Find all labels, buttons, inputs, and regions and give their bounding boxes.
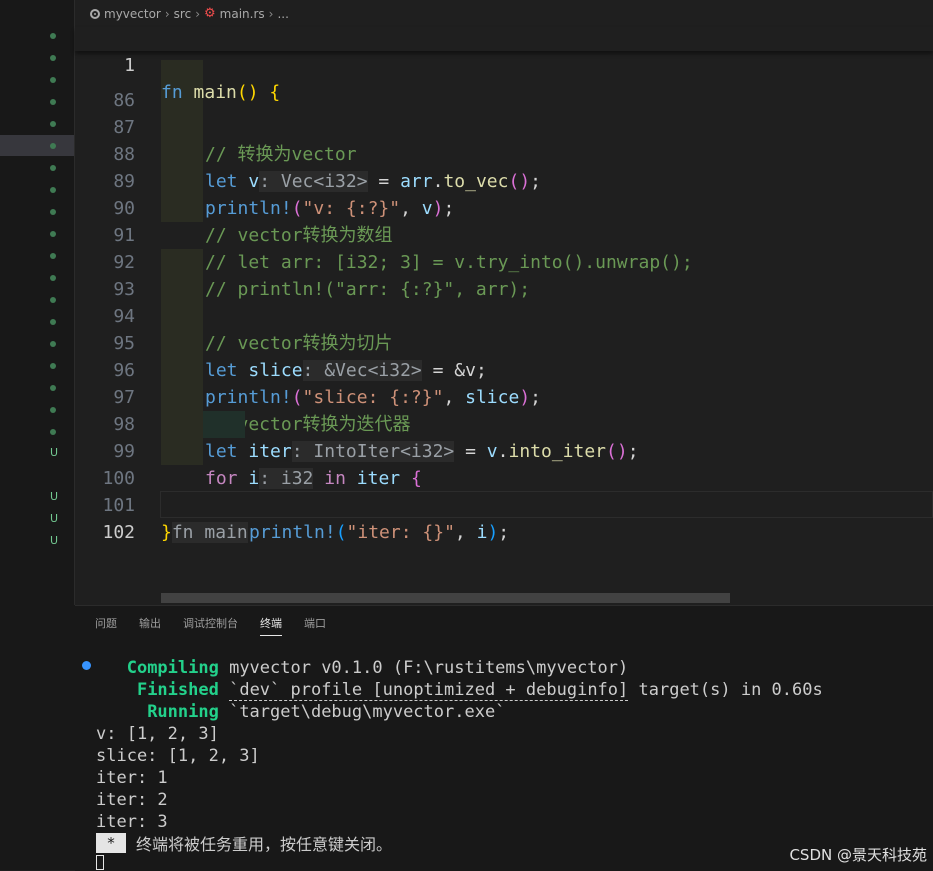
indent-guide bbox=[161, 411, 203, 438]
terminal-output-line: iter: 2 bbox=[96, 790, 168, 810]
code-line[interactable]: 97 let iter: IntoIter<i32> = v.into_iter… bbox=[75, 357, 933, 462]
indent-guide bbox=[161, 114, 203, 141]
indent-guide bbox=[161, 357, 203, 384]
terminal-line: Finished `dev` profile [unoptimized + de… bbox=[136, 680, 823, 701]
code-line-current[interactable]: 102 bbox=[75, 492, 933, 543]
git-change-dot bbox=[50, 253, 56, 259]
code-text: }fn main bbox=[161, 522, 248, 543]
terminal-link[interactable]: `dev` profile [unoptimized + debuginfo] bbox=[229, 680, 629, 701]
code-line[interactable]: 100 } bbox=[75, 438, 933, 543]
indent-guide bbox=[161, 384, 203, 411]
git-change-dot bbox=[50, 55, 56, 61]
git-change-dot bbox=[50, 33, 56, 39]
line-number: 102 bbox=[102, 522, 135, 543]
breadcrumb-item-folder[interactable]: src bbox=[174, 7, 192, 21]
indent-guide bbox=[161, 195, 203, 222]
indent-guide bbox=[161, 330, 203, 357]
git-change-dot bbox=[50, 429, 56, 435]
code-line[interactable]: 91 // println!("arr: {:?}", arr); bbox=[75, 195, 933, 300]
git-change-dot bbox=[50, 385, 56, 391]
code-line[interactable]: 98 for i: i32 in iter { bbox=[75, 384, 933, 489]
indent-guide bbox=[203, 411, 245, 438]
git-untracked-marker: U bbox=[49, 446, 59, 459]
tab-debug-console[interactable]: 调试控制台 bbox=[183, 615, 238, 636]
git-change-dot bbox=[50, 187, 56, 193]
chevron-right-icon: › bbox=[164, 7, 170, 21]
code-text: println!("iter: {}", i); bbox=[249, 522, 510, 543]
terminal-line: Running `target\debug\myvector.exe` bbox=[147, 702, 506, 722]
git-change-dot bbox=[50, 77, 56, 83]
task-reuse-notice: 终端将被任务重用，按任意键关闭。 bbox=[136, 835, 393, 854]
chevron-right-icon: › bbox=[268, 7, 274, 21]
current-line-highlight bbox=[0, 135, 74, 156]
terminal-line: Compiling myvector v0.1.0 (F:\rustitems\… bbox=[126, 658, 629, 678]
code-line[interactable]: 99 println!("iter: {}", i); bbox=[75, 411, 933, 543]
task-notice-badge: * bbox=[96, 833, 126, 853]
chevron-right-icon: › bbox=[195, 7, 201, 21]
end-block-hint: fn main bbox=[171, 522, 248, 543]
terminal-output-line: iter: 3 bbox=[96, 812, 168, 832]
panel-tabs: 问题 输出 调试控制台 终端 端口 bbox=[95, 615, 326, 636]
indent-guide bbox=[161, 303, 203, 330]
crate-icon bbox=[90, 9, 100, 19]
keyword: fn bbox=[161, 82, 183, 103]
git-change-dot bbox=[50, 231, 56, 237]
terminal-output-line: iter: 1 bbox=[96, 768, 168, 788]
indent-guide bbox=[161, 141, 203, 168]
minimap-gutter bbox=[0, 0, 75, 605]
panel-gutter bbox=[0, 605, 75, 870]
terminal-cursor[interactable] bbox=[96, 855, 104, 870]
rust-file-icon: ⚙ bbox=[204, 6, 216, 21]
breadcrumb-item-file[interactable]: main.rs bbox=[220, 7, 265, 21]
code-line[interactable]: 92 bbox=[75, 222, 933, 273]
function-name: main bbox=[193, 82, 237, 103]
tab-terminal[interactable]: 终端 bbox=[260, 615, 282, 636]
line-number: 1 bbox=[124, 55, 135, 76]
watermark: CSDN @景天科技苑 bbox=[789, 846, 927, 864]
code-line[interactable]: 96 // vector转换为迭代器 bbox=[75, 330, 933, 435]
command-status-dot-icon[interactable] bbox=[82, 661, 91, 670]
breadcrumb-item-project[interactable]: myvector bbox=[104, 7, 161, 21]
git-change-dot bbox=[50, 275, 56, 281]
tab-output[interactable]: 输出 bbox=[139, 615, 161, 636]
sticky-code: fn main() { bbox=[161, 79, 280, 106]
terminal-output-line: v: [1, 2, 3] bbox=[96, 724, 219, 744]
sticky-scroll-header[interactable]: 1 fn main() { bbox=[75, 27, 933, 103]
git-change-dot bbox=[50, 99, 56, 105]
indent-guide bbox=[161, 438, 203, 465]
git-change-dot bbox=[50, 319, 56, 325]
breadcrumb: myvector › src › ⚙ main.rs › ... bbox=[90, 5, 289, 23]
git-change-dot bbox=[50, 341, 56, 347]
code-line[interactable]: 101 }fn main bbox=[75, 465, 933, 543]
code-line[interactable]: 90 // let arr: [i32; 3] = v.try_into().u… bbox=[75, 168, 933, 273]
indent-guide bbox=[161, 249, 203, 276]
code-line[interactable]: 94 let slice: &Vec<i32> = &v; bbox=[75, 276, 933, 381]
git-change-dot bbox=[50, 297, 56, 303]
git-untracked-marker: U bbox=[49, 490, 59, 503]
git-change-dot bbox=[50, 209, 56, 215]
git-change-dot bbox=[50, 165, 56, 171]
git-change-dot bbox=[50, 363, 56, 369]
git-untracked-marker: U bbox=[49, 512, 59, 525]
git-change-dot bbox=[50, 121, 56, 127]
git-change-dot bbox=[50, 143, 56, 149]
breadcrumb-item-symbol[interactable]: ... bbox=[277, 7, 288, 21]
bracket: { bbox=[269, 82, 281, 103]
tab-problems[interactable]: 问题 bbox=[95, 615, 117, 636]
terminal-output-line: slice: [1, 2, 3] bbox=[96, 746, 260, 766]
bracket: () bbox=[236, 82, 259, 103]
horizontal-scrollbar[interactable] bbox=[161, 593, 730, 603]
indent-guide bbox=[161, 276, 203, 303]
code-line[interactable]: 88 println!("v: {:?}", v); bbox=[75, 114, 933, 219]
indent-guide bbox=[161, 168, 203, 195]
code-line[interactable]: 93 // vector转换为切片 bbox=[75, 249, 933, 354]
code-line[interactable]: 95 println!("slice: {:?}", slice); bbox=[75, 303, 933, 408]
git-untracked-marker: U bbox=[49, 534, 59, 547]
tab-ports[interactable]: 端口 bbox=[304, 615, 326, 636]
git-change-dot bbox=[50, 407, 56, 413]
code-line[interactable]: 89 // vector转换为数组 bbox=[75, 141, 933, 246]
